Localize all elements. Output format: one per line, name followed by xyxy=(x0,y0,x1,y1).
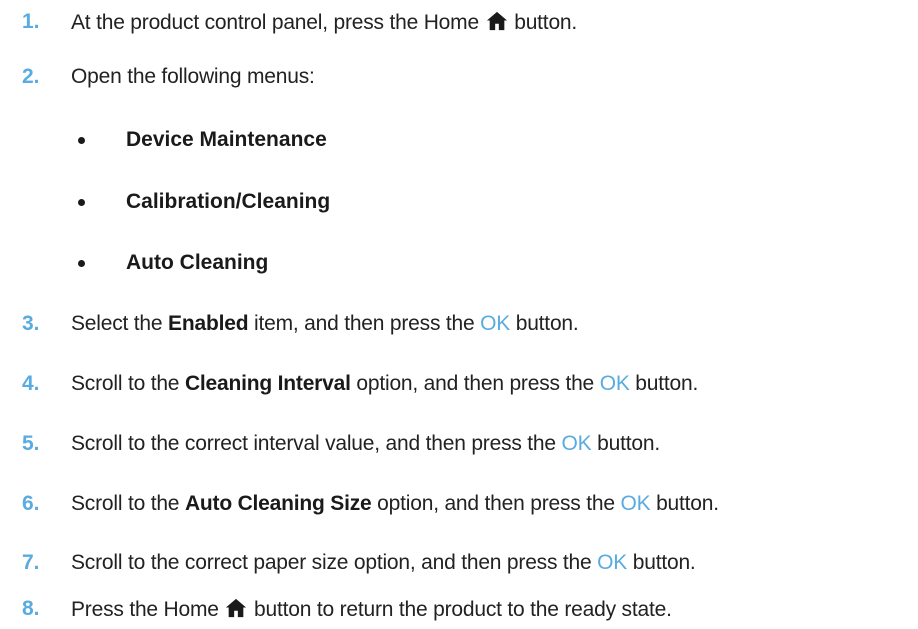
step-text-pre: Scroll to the correct paper size option,… xyxy=(71,551,592,574)
step-text-pre: Select the xyxy=(71,312,163,335)
ok-label: OK xyxy=(561,432,592,455)
step-text: Scroll to the correct interval value, an… xyxy=(71,432,660,456)
bullet-icon xyxy=(78,136,85,144)
menu-item-label: Auto Cleaning xyxy=(126,251,269,274)
step-number: 3. xyxy=(22,312,40,335)
step-text-post: button. xyxy=(632,551,696,574)
step-text-mid: option, and then press the xyxy=(356,372,595,395)
step-number: 6. xyxy=(22,492,40,515)
step-number: 8. xyxy=(22,597,40,620)
step-text-post: button. xyxy=(515,312,579,335)
step-text-mid: item, and then press the xyxy=(253,312,475,335)
step-text: Press the Home button to return the prod… xyxy=(71,597,672,622)
step-number: 1. xyxy=(22,10,40,33)
step-text-post: button. xyxy=(597,432,660,455)
step-text-bold: Auto Cleaning Size xyxy=(184,492,372,515)
step-number: 7. xyxy=(22,551,40,574)
bullet-icon xyxy=(78,198,85,206)
menu-item-label: Calibration/Cleaning xyxy=(126,190,331,213)
step-number: 2. xyxy=(22,65,40,88)
home-icon xyxy=(486,11,507,30)
ok-label: OK xyxy=(480,312,511,335)
step-number: 4. xyxy=(22,372,40,395)
ok-label: OK xyxy=(597,551,628,574)
step-text-post: button. xyxy=(514,10,578,34)
step-text-mid: option, and then press the xyxy=(377,492,615,515)
step-text-pre: Scroll to the correct interval value, an… xyxy=(71,432,556,455)
step-text: Scroll to the correct paper size option,… xyxy=(71,551,696,575)
ok-label: OK xyxy=(620,492,651,515)
step-text: Open the following menus: xyxy=(71,65,315,88)
step-text-post: button. xyxy=(656,492,719,515)
step-text: Select the Enabled item, and then press … xyxy=(71,312,579,336)
step-text: Scroll to the Cleaning Interval option, … xyxy=(71,372,698,396)
step-text-post: button. xyxy=(635,372,699,395)
step-text-pre: Scroll to the xyxy=(71,492,180,515)
home-icon xyxy=(226,598,247,617)
menu-item-label: Device Maintenance xyxy=(126,128,327,151)
step-text-pre: Press the Home xyxy=(71,597,219,621)
step-text-bold: Cleaning Interval xyxy=(184,372,351,395)
step-text-pre: At the product control panel, press the … xyxy=(71,10,479,34)
step-text: At the product control panel, press the … xyxy=(71,10,577,35)
step-text-post: button to return the product to the read… xyxy=(254,597,672,621)
step-text: Scroll to the Auto Cleaning Size option,… xyxy=(71,492,719,516)
ok-label: OK xyxy=(599,372,630,395)
step-text-bold: Enabled xyxy=(168,312,249,335)
step-text-pre: Scroll to the xyxy=(71,372,180,395)
bullet-icon xyxy=(78,259,85,267)
step-number: 5. xyxy=(22,432,40,455)
